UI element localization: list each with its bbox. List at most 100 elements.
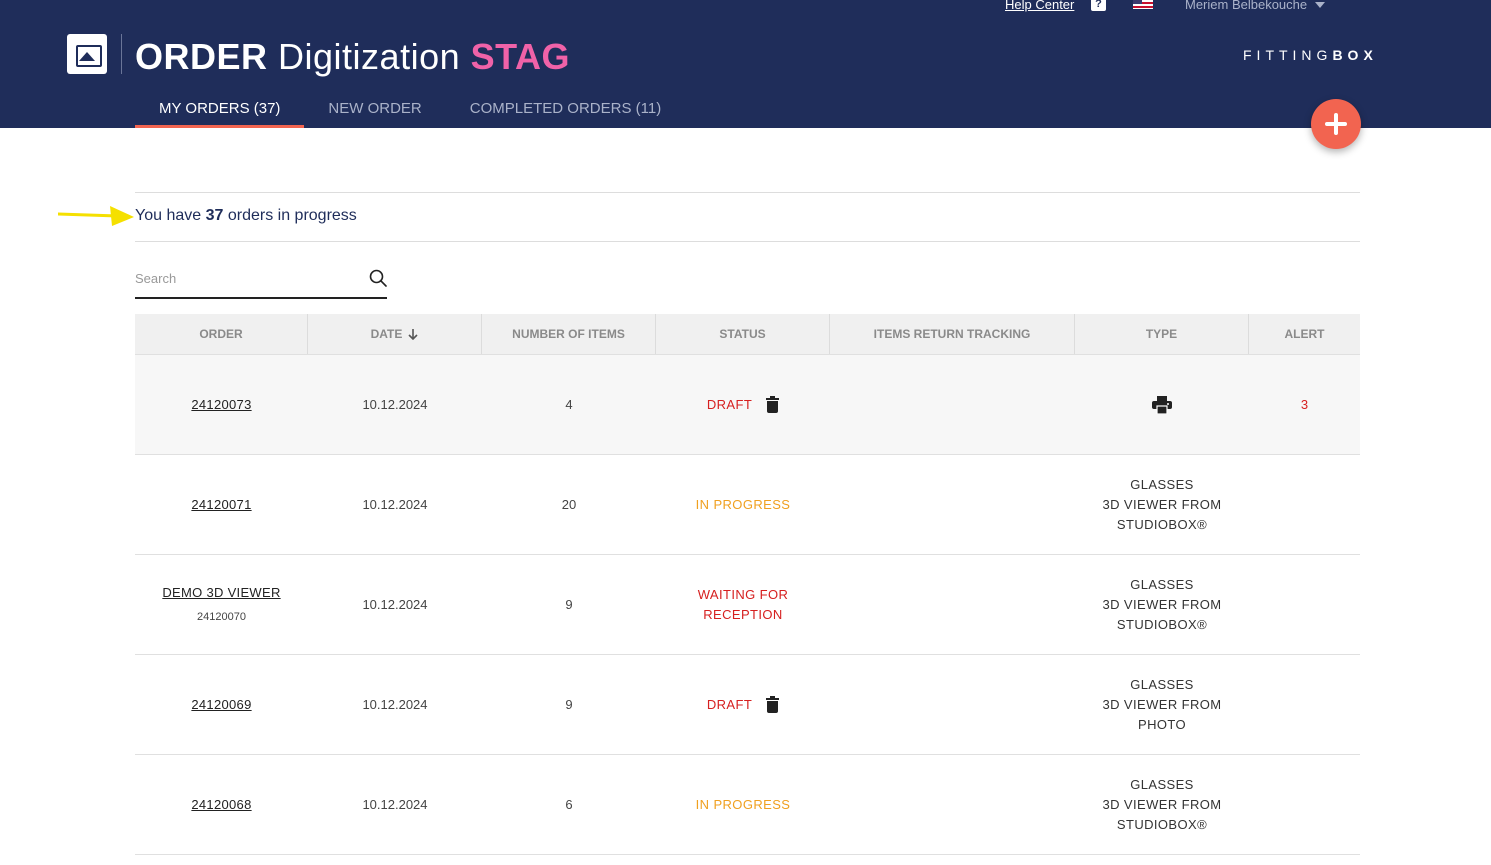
type-line: STUDIOBOX® bbox=[1116, 816, 1208, 832]
search-input[interactable] bbox=[135, 264, 355, 292]
type-line: GLASSES bbox=[1130, 776, 1194, 792]
status-badge-line2: RECEPTION bbox=[703, 606, 783, 622]
date-cell: 10.12.2024 bbox=[362, 596, 428, 612]
arrow-down-icon bbox=[408, 329, 418, 340]
alert-cell bbox=[1249, 755, 1360, 854]
type-line: 3D VIEWER FROM bbox=[1102, 596, 1222, 612]
col-type[interactable]: TYPE bbox=[1075, 314, 1249, 354]
tracking-cell bbox=[830, 355, 1075, 454]
type-line: 3D VIEWER FROM bbox=[1102, 796, 1222, 812]
tracking-cell bbox=[830, 755, 1075, 854]
title-digitization: Digitization bbox=[278, 36, 461, 77]
image-icon bbox=[67, 34, 107, 74]
status-cell: DRAFT bbox=[656, 655, 830, 754]
order-cell: 24120071 bbox=[135, 455, 308, 554]
items-cell: 4 bbox=[565, 396, 573, 412]
status-cell: WAITING FOR RECEPTION bbox=[656, 555, 830, 654]
tracking-cell bbox=[830, 655, 1075, 754]
type-line: STUDIOBOX® bbox=[1116, 516, 1208, 532]
order-link[interactable]: 24120069 bbox=[191, 695, 251, 715]
status-cell: DRAFT bbox=[656, 355, 830, 454]
alert-cell bbox=[1249, 555, 1360, 654]
orders-table: ORDER DATE NUMBER OF ITEMS STATUS ITEMS … bbox=[135, 314, 1360, 855]
brand-left: FITTING bbox=[1243, 47, 1333, 63]
plus-icon[interactable] bbox=[1311, 99, 1361, 149]
tab-my-orders[interactable]: MY ORDERS (37) bbox=[135, 88, 305, 128]
type-cell: GLASSES 3D VIEWER FROM STUDIOBOX® bbox=[1075, 555, 1249, 654]
date-cell: 10.12.2024 bbox=[362, 396, 428, 412]
table-row[interactable]: 24120069 10.12.2024 9 DRAFT GLASSES 3D V… bbox=[135, 655, 1360, 755]
order-link[interactable]: DEMO 3D VIEWER bbox=[162, 583, 280, 603]
order-link[interactable]: 24120073 bbox=[191, 395, 251, 415]
type-line: STUDIOBOX® bbox=[1116, 616, 1208, 632]
col-order[interactable]: ORDER bbox=[135, 314, 308, 354]
user-name: Meriem Belbekouche bbox=[1185, 0, 1308, 12]
col-tracking[interactable]: ITEMS RETURN TRACKING bbox=[830, 314, 1075, 354]
fittingbox-logo: FITTINGBOX bbox=[1243, 47, 1378, 63]
order-link[interactable]: 24120068 bbox=[191, 795, 251, 815]
date-cell: 10.12.2024 bbox=[362, 696, 428, 712]
items-cell: 20 bbox=[561, 496, 577, 512]
type-line: GLASSES bbox=[1130, 676, 1194, 692]
col-alert[interactable]: ALERT bbox=[1249, 314, 1360, 354]
summary-suffix: orders in progress bbox=[227, 207, 357, 224]
caret-down-icon bbox=[1315, 1, 1326, 8]
alert-cell: 3 bbox=[1249, 355, 1360, 454]
us-flag-icon[interactable] bbox=[1133, 0, 1153, 9]
table-row[interactable]: 24120071 10.12.2024 20 IN PROGRESS GLASS… bbox=[135, 455, 1360, 555]
status-cell: IN PROGRESS bbox=[656, 455, 830, 554]
app-title: ORDER Digitization STAG bbox=[135, 36, 570, 78]
trash-icon[interactable] bbox=[766, 696, 780, 713]
brand-right: BOX bbox=[1332, 47, 1378, 63]
tab-bar: MY ORDERS (37) NEW ORDER COMPLETED ORDER… bbox=[135, 88, 685, 128]
printer-icon bbox=[1152, 395, 1172, 414]
col-items[interactable]: NUMBER OF ITEMS bbox=[482, 314, 656, 354]
order-cell: 24120073 bbox=[135, 355, 308, 454]
search-icon[interactable] bbox=[369, 269, 387, 287]
tracking-cell bbox=[830, 555, 1075, 654]
table-row[interactable]: DEMO 3D VIEWER 24120070 10.12.2024 9 WAI… bbox=[135, 555, 1360, 655]
items-cell: 9 bbox=[565, 696, 573, 712]
status-badge: WAITING FOR bbox=[697, 586, 789, 602]
items-cell: 9 bbox=[565, 596, 573, 612]
col-status[interactable]: STATUS bbox=[656, 314, 830, 354]
summary-count: 37 bbox=[205, 207, 224, 224]
status-badge: DRAFT bbox=[706, 696, 753, 712]
type-cell: GLASSES 3D VIEWER FROM STUDIOBOX® bbox=[1075, 455, 1249, 554]
user-menu[interactable]: Meriem Belbekouche bbox=[1185, 0, 1326, 12]
table-row[interactable]: 24120073 10.12.2024 4 DRAFT 3 bbox=[135, 355, 1360, 455]
type-cell: GLASSES 3D VIEWER FROM PHOTO bbox=[1075, 655, 1249, 754]
alert-cell bbox=[1249, 455, 1360, 554]
trash-icon[interactable] bbox=[766, 396, 780, 413]
tab-completed-orders[interactable]: COMPLETED ORDERS (11) bbox=[446, 88, 685, 128]
alert-cell bbox=[1249, 655, 1360, 754]
help-icon[interactable]: ? bbox=[1091, 0, 1106, 11]
date-cell: 10.12.2024 bbox=[362, 796, 428, 812]
col-date-label: DATE bbox=[370, 327, 403, 341]
type-line: 3D VIEWER FROM bbox=[1102, 696, 1222, 712]
tracking-cell bbox=[830, 455, 1075, 554]
table-row[interactable]: 24120068 10.12.2024 6 IN PROGRESS GLASSE… bbox=[135, 755, 1360, 855]
type-line: 3D VIEWER FROM bbox=[1102, 496, 1222, 512]
order-number: 24120070 bbox=[197, 610, 246, 623]
alert-count: 3 bbox=[1300, 396, 1309, 412]
status-cell: IN PROGRESS bbox=[656, 755, 830, 854]
order-link[interactable]: 24120071 bbox=[191, 495, 251, 515]
app-header: Help Center ? Meriem Belbekouche ORDER D… bbox=[0, 0, 1491, 128]
table-header: ORDER DATE NUMBER OF ITEMS STATUS ITEMS … bbox=[135, 314, 1360, 355]
type-cell: GLASSES 3D VIEWER FROM STUDIOBOX® bbox=[1075, 755, 1249, 854]
items-cell: 6 bbox=[565, 796, 573, 812]
title-order: ORDER bbox=[135, 36, 268, 77]
order-cell: DEMO 3D VIEWER 24120070 bbox=[135, 555, 308, 654]
type-line: GLASSES bbox=[1130, 576, 1194, 592]
search-box bbox=[135, 264, 387, 299]
status-badge: IN PROGRESS bbox=[695, 496, 791, 512]
help-center-link[interactable]: Help Center bbox=[1005, 0, 1074, 12]
status-badge: IN PROGRESS bbox=[695, 796, 791, 812]
order-cell: 24120069 bbox=[135, 655, 308, 754]
col-date[interactable]: DATE bbox=[308, 314, 482, 354]
type-line: PHOTO bbox=[1138, 716, 1186, 732]
order-cell: 24120068 bbox=[135, 755, 308, 854]
arrow-right-icon bbox=[58, 206, 134, 226]
tab-new-order[interactable]: NEW ORDER bbox=[304, 88, 445, 128]
